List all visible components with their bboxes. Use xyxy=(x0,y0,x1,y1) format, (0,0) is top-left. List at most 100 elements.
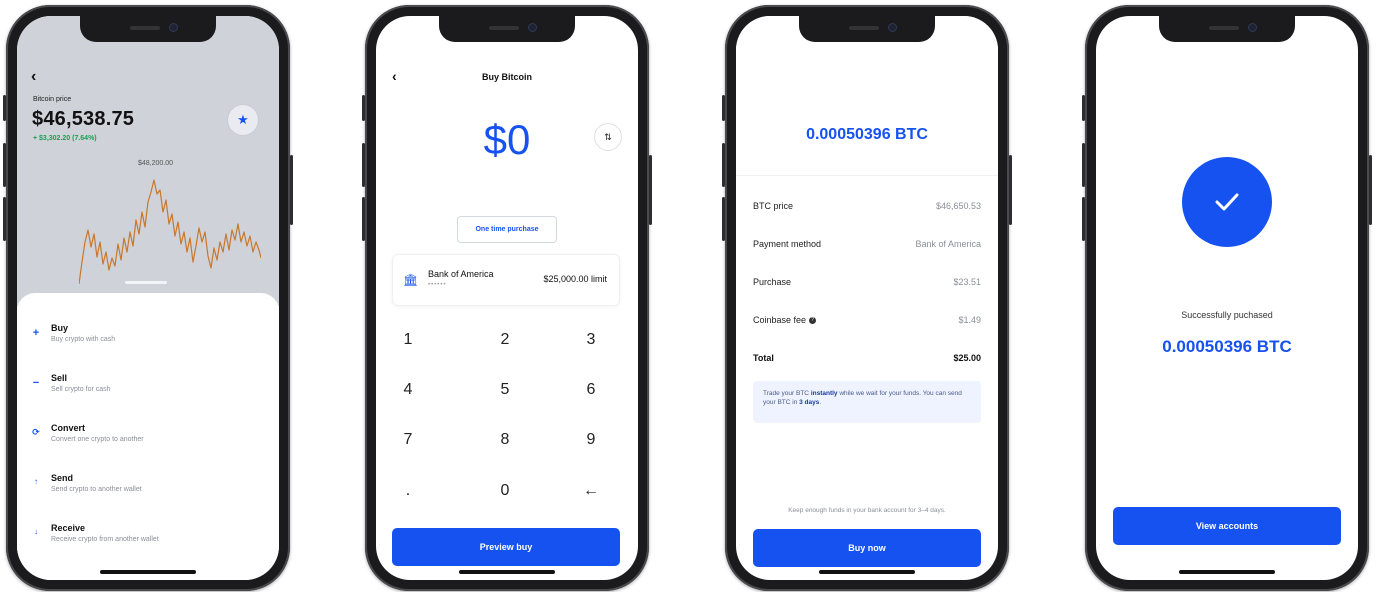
purchase-row: Purchase $23.51 xyxy=(753,277,981,291)
phone-buy-screen: ‹ Buy Bitcoin $0 ⇅ One time purchase 🏛 B… xyxy=(362,5,652,591)
action-subtitle: Sell crypto for cash xyxy=(51,386,111,393)
row-label: Total xyxy=(753,353,774,363)
price-label: Bitcoin price xyxy=(33,96,72,103)
sell-action[interactable]: − Sell Sell crypto for cash xyxy=(17,373,279,413)
bank-limit: $25,000.00 limit xyxy=(543,274,607,284)
page-title: Buy Bitcoin xyxy=(481,72,532,82)
row-label: BTC price xyxy=(753,201,794,211)
silent-switch xyxy=(3,95,6,121)
volume-up-button xyxy=(722,143,725,187)
plus-icon: + xyxy=(32,327,40,339)
bitcoin-price: $46,538.75 xyxy=(32,108,135,130)
keypad-key[interactable]: 9 xyxy=(561,431,621,449)
power-button xyxy=(290,155,293,225)
screen: ‹ Buy Bitcoin $0 ⇅ One time purchase 🏛 B… xyxy=(376,16,638,580)
payment-method-card[interactable]: 🏛 Bank of America •••••• $25,000.00 limi… xyxy=(392,254,620,306)
backspace-icon[interactable]: ← xyxy=(561,482,621,500)
keypad-key[interactable]: 4 xyxy=(378,381,438,399)
screen: 0.00050396 BTC BTC price $46,650.53 Paym… xyxy=(736,16,998,580)
btc-amount: 0.00050396 BTC xyxy=(1162,337,1292,356)
buy-action[interactable]: + Buy Buy crypto with cash xyxy=(17,323,279,363)
notch xyxy=(439,16,575,42)
home-indicator[interactable] xyxy=(459,570,555,574)
convert-action[interactable]: ⟳ Convert Convert one crypto to another xyxy=(17,423,279,463)
receive-action[interactable]: ↓ Receive Receive crypto from another wa… xyxy=(17,523,279,563)
screen: Successfully puchased 0.00050396 BTC Vie… xyxy=(1096,16,1358,580)
action-title: Send xyxy=(51,473,74,483)
price-header: ‹ Bitcoin price $46,538.75 + $3,302.20 (… xyxy=(17,16,279,306)
keypad-key[interactable]: 0 xyxy=(475,482,535,500)
row-value: $23.51 xyxy=(953,277,981,287)
volume-up-button xyxy=(362,143,365,187)
keypad-key[interactable]: 5 xyxy=(475,381,535,399)
note-text: Trade your BTC xyxy=(763,390,811,397)
action-title: Receive xyxy=(51,523,86,533)
keypad-key[interactable]: 7 xyxy=(378,431,438,449)
volume-up-button xyxy=(1082,143,1085,187)
row-label: Purchase xyxy=(753,277,792,287)
row-value: Bank of America xyxy=(915,239,981,249)
action-title: Sell xyxy=(51,373,68,383)
phone-success-screen: Successfully puchased 0.00050396 BTC Vie… xyxy=(1082,5,1372,591)
swap-icon[interactable]: ⇅ xyxy=(594,123,622,151)
send-action[interactable]: ↑ Send Send crypto to another wallet xyxy=(17,473,279,513)
note-emphasis: 3 days xyxy=(799,399,820,406)
minus-icon: − xyxy=(32,377,40,389)
keypad-key[interactable]: 3 xyxy=(561,331,621,349)
notch xyxy=(1159,16,1295,42)
keypad-key[interactable]: 1 xyxy=(378,331,438,349)
preview-buy-button[interactable]: Preview buy xyxy=(392,528,620,566)
account-mask: •••••• xyxy=(428,282,447,288)
notch xyxy=(80,16,216,42)
scrub-indicator[interactable] xyxy=(125,281,167,284)
power-button xyxy=(1369,155,1372,225)
footer-note: Keep enough funds in your bank account f… xyxy=(788,507,946,514)
buy-now-button[interactable]: Buy now xyxy=(753,529,981,567)
convert-icon: ⟳ xyxy=(32,427,40,437)
action-subtitle: Receive crypto from another wallet xyxy=(51,536,159,543)
view-accounts-button[interactable]: View accounts xyxy=(1113,507,1341,545)
phone-price-screen: ‹ Bitcoin price $46,538.75 + $3,302.20 (… xyxy=(3,5,293,591)
bank-name: Bank of America xyxy=(428,269,494,279)
row-label-wrap: Coinbase fee? xyxy=(753,315,817,325)
star-icon[interactable]: ★ xyxy=(228,105,258,135)
action-subtitle: Send crypto to another wallet xyxy=(51,486,142,493)
home-indicator[interactable] xyxy=(100,570,196,574)
btc-price-row: BTC price $46,650.53 xyxy=(753,201,981,215)
checkmark-icon xyxy=(1182,157,1272,247)
power-button xyxy=(1009,155,1012,225)
keypad-key[interactable]: 2 xyxy=(475,331,535,349)
volume-down-button xyxy=(362,197,365,241)
silent-switch xyxy=(1082,95,1085,121)
bank-icon: 🏛 xyxy=(403,273,419,287)
home-indicator[interactable] xyxy=(1179,570,1275,574)
volume-down-button xyxy=(722,197,725,241)
payment-method-row[interactable]: Payment method Bank of America xyxy=(753,239,981,253)
frequency-selector[interactable]: One time purchase xyxy=(457,216,557,243)
row-label: Coinbase fee xyxy=(753,315,807,325)
home-indicator[interactable] xyxy=(819,570,915,574)
actions-sheet: + Buy Buy crypto with cash − Sell Sell c… xyxy=(17,293,279,580)
action-subtitle: Convert one crypto to another xyxy=(51,436,144,443)
phone-preview-screen: 0.00050396 BTC BTC price $46,650.53 Paym… xyxy=(722,5,1012,591)
total-row: Total $25.00 xyxy=(753,353,981,367)
note-text: . xyxy=(819,399,822,406)
volume-down-button xyxy=(1082,197,1085,241)
row-value: $1.49 xyxy=(958,315,981,325)
info-icon[interactable]: ? xyxy=(809,317,817,325)
row-value: $46,650.53 xyxy=(935,201,981,211)
power-button xyxy=(649,155,652,225)
keypad-key[interactable]: 8 xyxy=(475,431,535,449)
notch xyxy=(799,16,935,42)
chart-high-label: $48,200.00 xyxy=(138,160,174,167)
action-title: Convert xyxy=(51,423,86,433)
row-label: Payment method xyxy=(753,239,822,249)
keypad-key[interactable]: . xyxy=(378,482,438,500)
volume-down-button xyxy=(3,197,6,241)
price-chart[interactable] xyxy=(79,172,261,284)
chevron-left-icon[interactable]: ‹ xyxy=(31,68,36,86)
keypad-key[interactable]: 6 xyxy=(561,381,621,399)
price-change: + $3,302.20 (7.64%) xyxy=(33,135,97,142)
silent-switch xyxy=(362,95,365,121)
info-note: Trade your BTC instantly while we wait f… xyxy=(753,381,981,423)
